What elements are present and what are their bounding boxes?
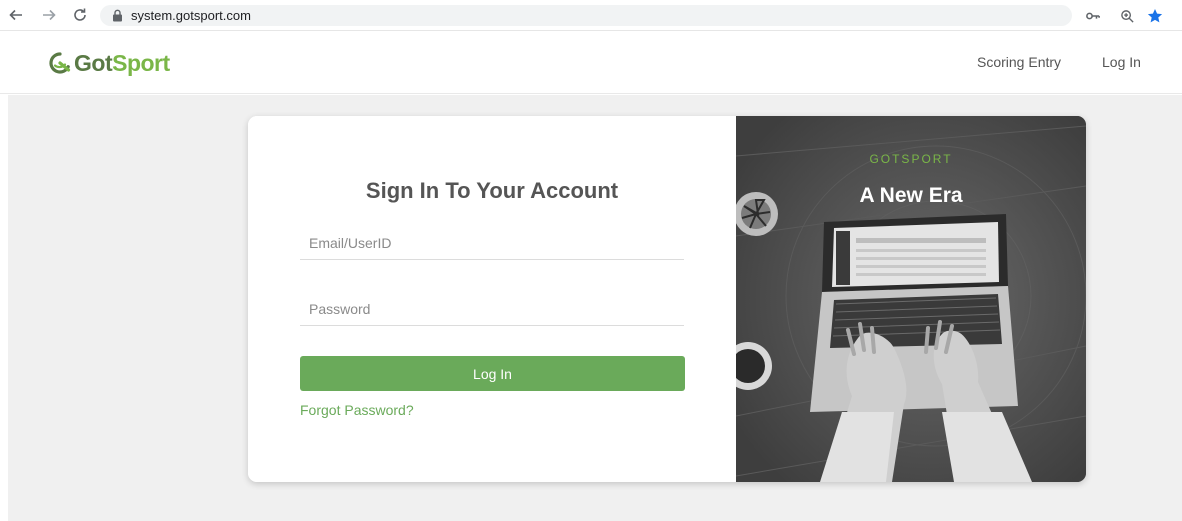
password-field[interactable] [300, 292, 684, 326]
star-icon[interactable] [1146, 8, 1164, 24]
promo-brand: GOTSPORT [869, 152, 953, 166]
key-icon[interactable] [1084, 8, 1102, 24]
promo-panel: GOTSPORT A New Era [736, 116, 1086, 482]
gotsport-logo[interactable]: GotSport [48, 49, 170, 77]
logo-text-sport: Sport [112, 50, 170, 76]
login-button[interactable]: Log In [300, 356, 685, 391]
site-header: GotSport Scoring Entry Log In [0, 31, 1182, 94]
address-bar[interactable]: system.gotsport.com [100, 5, 1163, 26]
logo-text-got: Got [74, 50, 113, 76]
gotsport-logo-icon [49, 52, 71, 74]
forward-arrow-icon[interactable] [37, 3, 61, 27]
login-card: Sign In To Your Account Log In Forgot Pa… [248, 116, 1086, 482]
signin-title: Sign In To Your Account [365, 178, 619, 203]
reload-icon[interactable] [68, 3, 92, 27]
promo-headline: A New Era [859, 184, 963, 207]
browser-toolbar: system.gotsport.com [0, 0, 1182, 31]
forgot-password-link[interactable]: Forgot Password? [300, 402, 414, 418]
url-text: system.gotsport.com [131, 8, 251, 23]
lock-icon [113, 9, 122, 22]
back-arrow-icon[interactable] [4, 3, 28, 27]
email-field[interactable] [300, 226, 684, 260]
laptop-photo [736, 116, 1086, 482]
nav-login[interactable]: Log In [1102, 54, 1141, 71]
nav-scoring-entry[interactable]: Scoring Entry [977, 54, 1061, 71]
zoom-icon[interactable] [1118, 8, 1136, 24]
login-form-panel: Sign In To Your Account Log In Forgot Pa… [248, 116, 736, 482]
